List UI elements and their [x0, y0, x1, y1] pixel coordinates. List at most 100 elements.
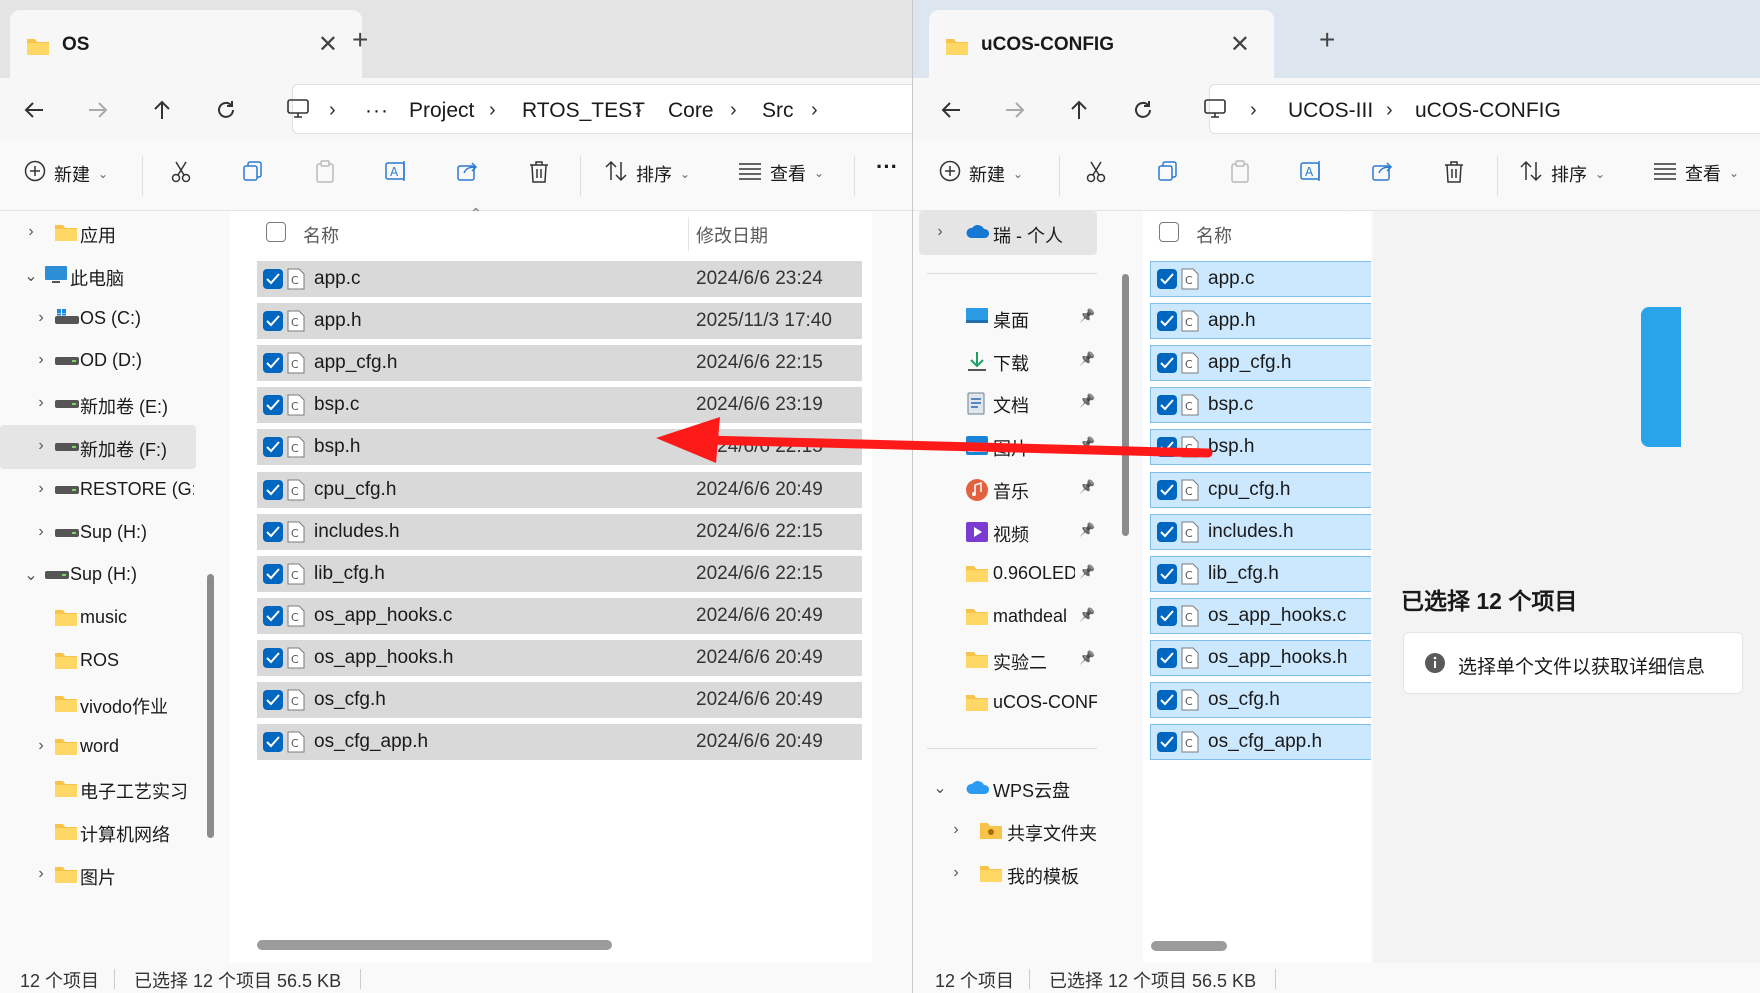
- sidebar-item[interactable]: 文档 📌: [919, 381, 1097, 425]
- file-row[interactable]: Cos_cfg_app.h: [1150, 724, 1371, 761]
- chevron-right-icon[interactable]: ›: [949, 821, 963, 839]
- pin-icon[interactable]: 📌: [1079, 479, 1095, 495]
- chevron-right-icon[interactable]: ›: [933, 223, 947, 241]
- forward-icon[interactable]: [78, 90, 118, 130]
- chevron-down-icon[interactable]: ⌄: [24, 565, 38, 585]
- row-checkbox[interactable]: [1157, 563, 1177, 584]
- row-checkbox[interactable]: [263, 563, 283, 584]
- chevron-right-icon[interactable]: ›: [34, 309, 48, 327]
- pin-icon[interactable]: 📌: [1079, 436, 1095, 452]
- rename-icon[interactable]: A: [1299, 160, 1323, 182]
- row-checkbox[interactable]: [263, 605, 283, 626]
- cut-icon[interactable]: [170, 160, 192, 184]
- sidebar-item[interactable]: ROS: [0, 639, 196, 683]
- rename-icon[interactable]: A: [384, 160, 408, 182]
- breadcrumb-item[interactable]: UCOS-III: [1288, 99, 1373, 123]
- sort-button[interactable]: 排序 ⌄: [1519, 160, 1605, 187]
- back-icon[interactable]: [931, 90, 971, 130]
- select-all-checkbox[interactable]: [1159, 222, 1179, 242]
- overflow-crumb[interactable]: ···: [365, 99, 389, 123]
- file-row[interactable]: Cincludes.h: [1150, 513, 1371, 550]
- file-row[interactable]: Cos_app_hooks.c 2024/6/6 20:49: [257, 597, 862, 634]
- sidebar-item[interactable]: 图片 📌: [919, 424, 1097, 468]
- share-icon[interactable]: [1371, 160, 1393, 182]
- sidebar-item[interactable]: › 瑞 - 个人: [919, 211, 1097, 255]
- sidebar-item[interactable]: uCOS-CONFIG: [919, 681, 1097, 725]
- sidebar-item[interactable]: › 图片: [0, 853, 196, 897]
- row-checkbox[interactable]: [263, 269, 283, 289]
- row-checkbox[interactable]: [263, 311, 283, 332]
- chevron-right-icon[interactable]: ›: [34, 737, 48, 755]
- row-checkbox[interactable]: [1157, 479, 1177, 500]
- share-icon[interactable]: [456, 160, 478, 182]
- row-checkbox[interactable]: [1157, 269, 1177, 289]
- sidebar-item[interactable]: 桌面 📌: [919, 296, 1097, 340]
- pin-icon[interactable]: 📌: [1079, 351, 1095, 367]
- close-tab-icon[interactable]: ✕: [318, 30, 338, 59]
- file-row[interactable]: Cos_cfg_app.h 2024/6/6 20:49: [257, 724, 862, 761]
- sidebar-item[interactable]: › word: [0, 725, 196, 769]
- refresh-icon[interactable]: [206, 90, 246, 130]
- sidebar-item[interactable]: 视频 📌: [919, 510, 1097, 554]
- column-header-modified[interactable]: 修改日期: [696, 222, 768, 248]
- row-checkbox[interactable]: [1157, 647, 1177, 668]
- row-checkbox[interactable]: [1157, 690, 1177, 710]
- row-checkbox[interactable]: [1157, 353, 1177, 374]
- row-checkbox[interactable]: [263, 690, 283, 710]
- tab-os[interactable]: OS ✕: [10, 10, 362, 78]
- file-row[interactable]: Cincludes.h 2024/6/6 22:15: [257, 513, 862, 550]
- new-tab-icon[interactable]: +: [352, 26, 368, 54]
- up-icon[interactable]: [142, 90, 182, 130]
- sidebar-item[interactable]: 实验二 📌: [919, 638, 1097, 682]
- chevron-right-icon[interactable]: ›: [34, 523, 48, 541]
- pin-icon[interactable]: 📌: [1079, 393, 1095, 409]
- row-checkbox[interactable]: [1157, 521, 1177, 542]
- file-row[interactable]: Capp.h 2025/11/3 17:40: [257, 303, 862, 340]
- sidebar-item[interactable]: › 新加卷 (F:): [0, 425, 196, 469]
- row-checkbox[interactable]: [1157, 395, 1177, 416]
- forward-icon[interactable]: [995, 90, 1035, 130]
- file-row[interactable]: Capp_cfg.h 2024/6/6 22:15: [257, 345, 862, 382]
- file-row[interactable]: Capp_cfg.h: [1150, 345, 1371, 382]
- sidebar-item[interactable]: mathdeal 📌: [919, 595, 1097, 639]
- sidebar-item[interactable]: › 应用: [0, 211, 196, 255]
- file-row[interactable]: Capp.c: [1150, 261, 1371, 297]
- file-row[interactable]: Cbsp.h 2024/6/6 22:15: [257, 429, 862, 466]
- sidebar-item[interactable]: 计算机网络: [0, 810, 196, 854]
- paste-icon[interactable]: [314, 160, 336, 184]
- tab-ucos-config[interactable]: uCOS-CONFIG ✕: [929, 10, 1274, 78]
- row-checkbox[interactable]: [263, 521, 283, 542]
- breadcrumb-item[interactable]: Src: [762, 99, 794, 123]
- file-row[interactable]: Cbsp.c 2024/6/6 23:19: [257, 387, 862, 424]
- file-row[interactable]: Clib_cfg.h: [1150, 555, 1371, 592]
- sidebar-item[interactable]: › 我的模板: [919, 852, 1097, 896]
- sidebar-item[interactable]: 下载 📌: [919, 339, 1097, 383]
- sidebar-scrollbar[interactable]: [207, 574, 214, 838]
- sidebar-item[interactable]: › Sup (H:): [0, 511, 196, 555]
- row-checkbox[interactable]: [1157, 732, 1177, 753]
- breadcrumb-item[interactable]: RTOS_TEST: [522, 99, 645, 123]
- row-checkbox[interactable]: [263, 437, 283, 458]
- horizontal-scrollbar[interactable]: [257, 940, 612, 950]
- file-row[interactable]: Cos_app_hooks.c: [1150, 597, 1371, 634]
- sidebar-item[interactable]: vivodo作业: [0, 682, 196, 726]
- chevron-down-icon[interactable]: ⌄: [933, 778, 947, 798]
- row-checkbox[interactable]: [263, 479, 283, 500]
- pin-icon[interactable]: 📌: [1079, 650, 1095, 666]
- sidebar-scrollbar[interactable]: [1122, 274, 1129, 536]
- sidebar-item[interactable]: 音乐 📌: [919, 467, 1097, 511]
- sidebar-item[interactable]: › RESTORE (G:): [0, 468, 196, 512]
- delete-icon[interactable]: [528, 160, 550, 184]
- horizontal-scrollbar[interactable]: [1151, 941, 1227, 951]
- address-bar[interactable]: › ··· Project › RTOS_TEST › Core › Src ›: [287, 84, 912, 134]
- sidebar-item[interactable]: 电子工艺实习: [0, 767, 196, 811]
- sidebar-item[interactable]: ⌄ Sup (H:): [0, 553, 196, 597]
- file-row[interactable]: Capp.h: [1150, 303, 1371, 340]
- file-row[interactable]: Cos_cfg.h: [1150, 682, 1371, 718]
- chevron-down-icon[interactable]: ⌄: [24, 266, 38, 286]
- chevron-right-icon[interactable]: ›: [34, 437, 48, 455]
- view-button[interactable]: 查看 ⌄: [1653, 160, 1739, 186]
- chevron-right-icon[interactable]: ›: [24, 223, 38, 241]
- file-row[interactable]: Cos_cfg.h 2024/6/6 20:49: [257, 682, 862, 718]
- close-tab-icon[interactable]: ✕: [1230, 30, 1250, 59]
